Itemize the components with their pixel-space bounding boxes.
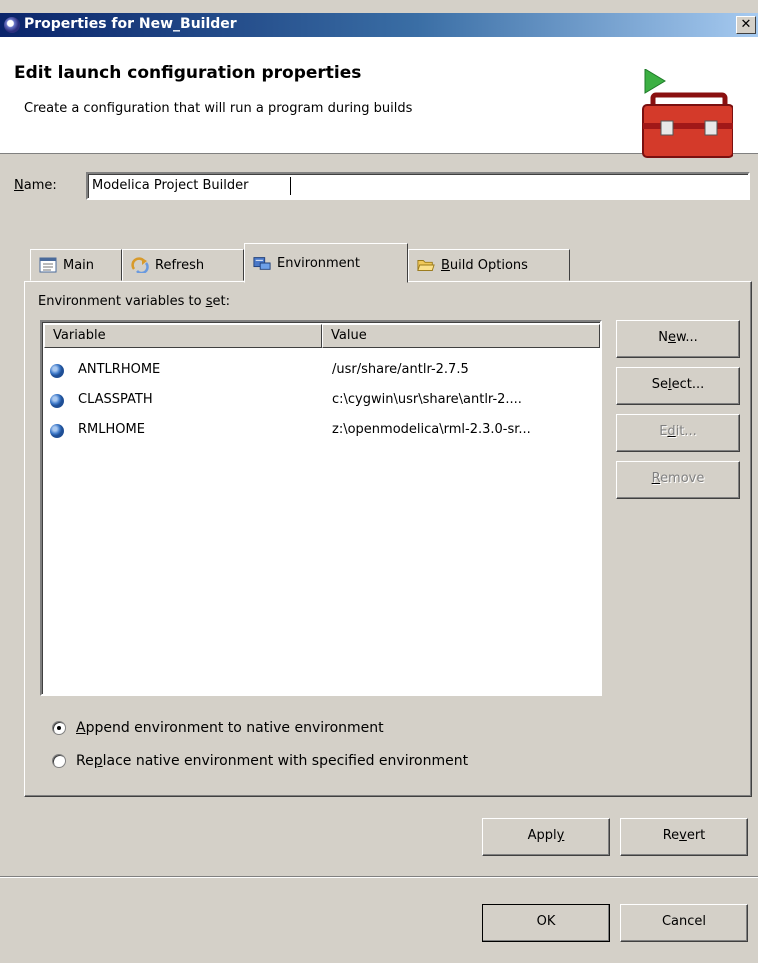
edit-button[interactable]: Edit... [616, 414, 740, 452]
column-header-variable[interactable]: Variable [44, 324, 322, 348]
variable-icon [50, 394, 64, 408]
variable-icon [50, 364, 64, 378]
environment-icon [253, 257, 271, 270]
properties-dialog: Properties for New_Builder ✕ Edit launch… [0, 0, 758, 963]
main-tab-icon [39, 257, 57, 273]
append-environment-label: Append environment to native environment [76, 720, 384, 736]
tab-environment[interactable]: Environment [244, 243, 408, 283]
variable-name: ANTLRHOME [78, 362, 161, 377]
tab-refresh[interactable]: Refresh [122, 249, 244, 281]
variable-name: RMLHOME [78, 422, 145, 437]
table-row[interactable]: ANTLRHOME /usr/share/antlr-2.7.5 [44, 360, 600, 384]
tab-main-label: Main [63, 257, 95, 273]
table-row[interactable]: RMLHOME z:\openmodelica\rml-2.3.0-sr... [44, 420, 600, 444]
append-environment-radio[interactable]: Append environment to native environment [52, 717, 384, 739]
env-variables-table[interactable]: Variable Value ANTLRHOME /usr/share/antl… [40, 320, 602, 696]
tab-build-options-label: Build Options [441, 257, 528, 273]
variable-icon [50, 424, 64, 438]
refresh-icon [131, 257, 149, 273]
name-input[interactable]: Modelica Project Builder [86, 172, 750, 200]
new-button[interactable]: New... [616, 320, 740, 358]
variable-value: /usr/share/antlr-2.7.5 [332, 362, 469, 377]
separator [0, 876, 758, 878]
column-header-value[interactable]: Value [322, 324, 600, 348]
radio-button-unselected[interactable] [52, 754, 66, 768]
window-title: Properties for New_Builder [24, 16, 237, 32]
select-button[interactable]: Select... [616, 367, 740, 405]
title-bar[interactable]: Properties for New_Builder ✕ [0, 13, 758, 37]
header-description: Create a configuration that will run a p… [24, 101, 413, 116]
variable-value: z:\openmodelica\rml-2.3.0-sr... [332, 422, 531, 437]
text-caret [290, 177, 291, 195]
dialog-header: Edit launch configuration properties Cre… [0, 37, 758, 158]
close-button[interactable]: ✕ [736, 16, 756, 34]
folder-icon [417, 260, 435, 271]
header-title: Edit launch configuration properties [14, 63, 362, 83]
variable-value: c:\cygwin\usr\share\antlr-2.... [332, 392, 522, 407]
tab-build-options[interactable]: Build Options [408, 249, 570, 281]
tab-environment-label: Environment [277, 255, 361, 271]
remove-button[interactable]: Remove [616, 461, 740, 499]
tab-main[interactable]: Main [30, 249, 122, 281]
revert-button[interactable]: Revert [620, 818, 748, 856]
table-row[interactable]: CLASSPATH c:\cygwin\usr\share\antlr-2...… [44, 390, 600, 414]
ok-button[interactable]: OK [482, 904, 610, 942]
toolbox-run-icon [642, 69, 733, 158]
tab-refresh-label: Refresh [155, 257, 205, 273]
apply-button[interactable]: Apply [482, 818, 610, 856]
replace-environment-radio[interactable]: Replace native environment with specifie… [52, 750, 468, 772]
env-variables-label: Environment variables to set: [38, 294, 230, 309]
replace-environment-label: Replace native environment with specifie… [76, 753, 469, 769]
eclipse-icon [4, 17, 20, 33]
radio-button-selected[interactable] [52, 721, 66, 735]
name-label: Name: [14, 178, 57, 193]
cancel-button[interactable]: Cancel [620, 904, 748, 942]
variable-name: CLASSPATH [78, 392, 153, 407]
